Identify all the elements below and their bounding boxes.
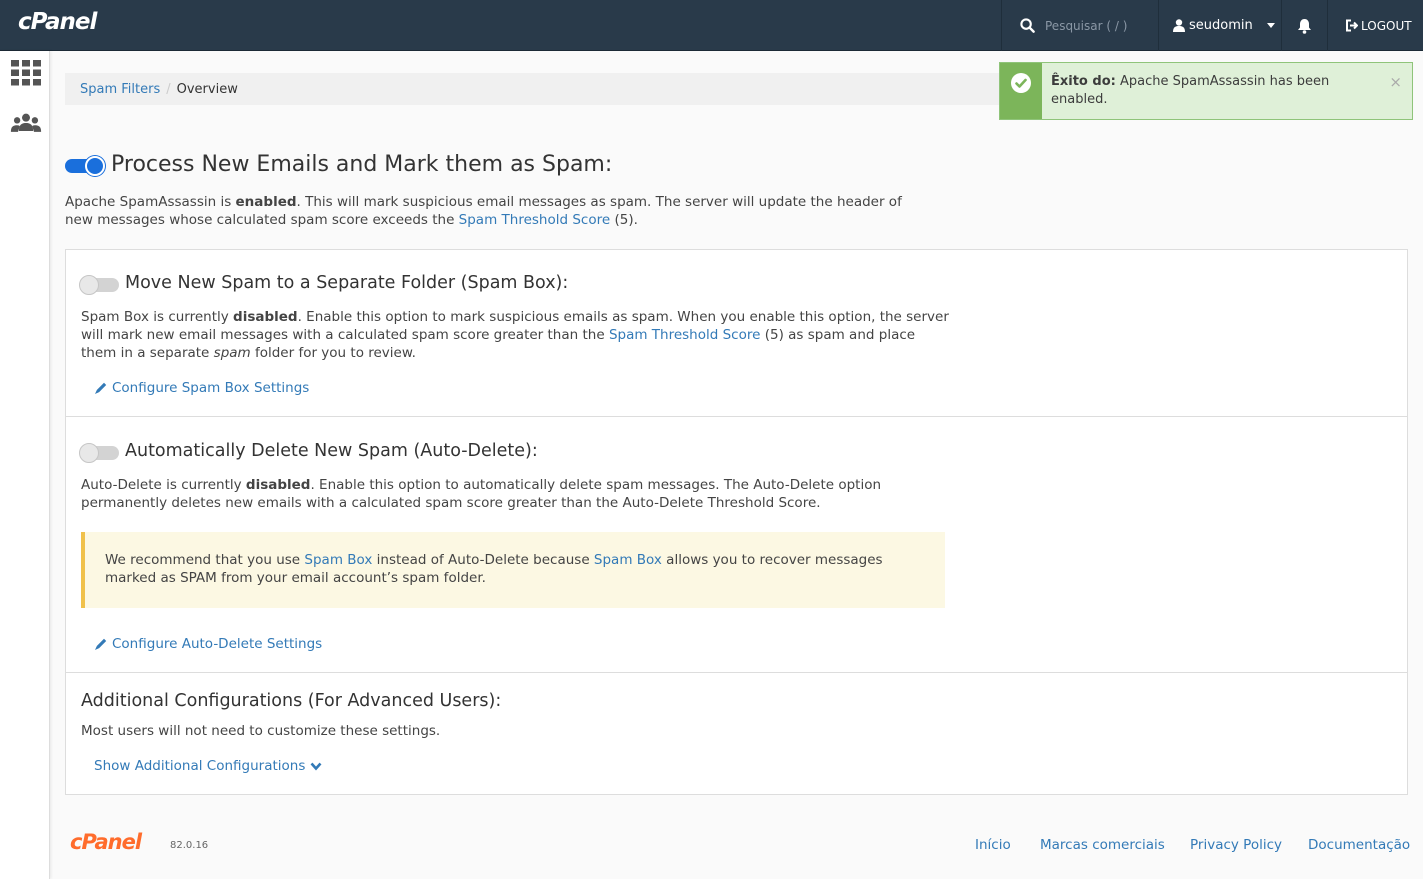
footer-link-trademarks[interactable]: Marcas comerciais <box>1040 837 1165 853</box>
breadcrumb: Spam Filters / Overview <box>65 73 1000 105</box>
footer-link-privacy[interactable]: Privacy Policy <box>1190 837 1282 853</box>
username: seudomin <box>1189 18 1253 33</box>
show-additional-config-label: Show Additional Configurations <box>94 758 306 774</box>
toggle-knob <box>85 156 105 176</box>
process-emails-title: Process New Emails and Mark them as Spam… <box>111 152 613 177</box>
success-alert: Êxito do: Apache SpamAssassin has been e… <box>999 62 1413 120</box>
configure-auto-delete-label: Configure Auto-Delete Settings <box>112 636 323 652</box>
users-icon <box>10 113 42 132</box>
additional-config-title: Additional Configurations (For Advanced … <box>81 691 502 711</box>
search-box[interactable]: Pesquisar ( / ) <box>1002 0 1158 51</box>
breadcrumb-separator: / <box>166 81 171 97</box>
spam-threshold-score-link[interactable]: Spam Threshold Score <box>609 327 761 343</box>
spam-box-toggle[interactable] <box>79 275 119 295</box>
text: Apache SpamAssassin is <box>65 194 236 210</box>
sidebar-item-users[interactable] <box>10 109 42 137</box>
chevron-down-icon <box>1266 23 1275 28</box>
footer-link-inicio[interactable]: Início <box>975 837 1011 853</box>
text: (5). <box>610 212 638 228</box>
sidebar-item-home[interactable] <box>10 59 42 87</box>
status-disabled: disabled <box>245 477 311 493</box>
recommendation-warning: We recommend that you use Spam Box inste… <box>81 532 945 608</box>
top-navbar: cPanel Pesquisar ( / ) seudomin LOGOUT <box>0 0 1423 51</box>
configure-spam-box-link[interactable]: Configure Spam Box Settings <box>94 380 309 396</box>
show-additional-config-link[interactable]: Show Additional Configurations <box>94 758 326 774</box>
cpanel-logo[interactable]: cPanel <box>18 9 97 35</box>
breadcrumb-spam-filters-link[interactable]: Spam Filters <box>80 82 160 97</box>
user-icon <box>1173 19 1185 32</box>
text: Auto-Delete is currently <box>81 477 246 493</box>
search-icon <box>1020 18 1035 33</box>
close-icon[interactable]: × <box>1389 73 1402 91</box>
search-input[interactable]: Pesquisar ( / ) <box>1045 19 1127 33</box>
section-divider <box>66 416 1407 417</box>
alert-icon-cell <box>1000 63 1042 119</box>
toggle-knob <box>79 275 99 295</box>
process-emails-description: Apache SpamAssassin is enabled. This wil… <box>65 193 925 229</box>
version-number: 82.0.16 <box>170 840 209 851</box>
process-emails-toggle[interactable] <box>65 156 105 176</box>
logout-label: LOGOUT <box>1361 18 1412 33</box>
spam-box-link[interactable]: Spam Box <box>594 552 662 568</box>
bell-icon <box>1298 18 1311 34</box>
spam-threshold-score-link[interactable]: Spam Threshold Score <box>459 212 611 228</box>
logout-icon <box>1346 19 1358 32</box>
sidebar <box>0 51 50 879</box>
spam-box-title: Move New Spam to a Separate Folder (Spam… <box>125 273 569 293</box>
logout-button[interactable]: LOGOUT <box>1328 0 1423 51</box>
grid-icon <box>11 60 41 86</box>
configure-auto-delete-link[interactable]: Configure Auto-Delete Settings <box>94 636 322 652</box>
text: spam <box>213 345 251 361</box>
text: instead of Auto-Delete because <box>372 552 594 568</box>
auto-delete-title: Automatically Delete New Spam (Auto-Dele… <box>125 441 538 461</box>
status-enabled: enabled <box>235 194 297 210</box>
notifications-button[interactable] <box>1282 0 1327 51</box>
pencil-icon <box>95 638 107 650</box>
breadcrumb-current: Overview <box>176 81 238 97</box>
footer-link-documentation[interactable]: Documentação <box>1308 837 1410 853</box>
footer-cpanel-logo[interactable]: cPanel <box>70 830 142 854</box>
user-menu-button[interactable]: seudomin <box>1159 0 1281 51</box>
auto-delete-description: Auto-Delete is currently disabled. Enabl… <box>81 476 951 512</box>
chevron-down-icon <box>310 762 322 770</box>
alert-message: Êxito do: Apache SpamAssassin has been e… <box>1042 63 1362 119</box>
status-disabled: disabled <box>233 309 298 325</box>
check-circle-icon <box>1011 73 1031 93</box>
pencil-icon <box>95 382 107 394</box>
auto-delete-toggle[interactable] <box>79 443 119 463</box>
text: Spam Box is currently <box>81 309 234 325</box>
text: folder for you to review. <box>250 345 416 361</box>
alert-prefix: Êxito do: <box>1051 74 1116 89</box>
toggle-knob <box>79 443 99 463</box>
configure-spam-box-label: Configure Spam Box Settings <box>112 380 310 396</box>
spam-box-description: Spam Box is currently disabled. Enable t… <box>81 308 951 362</box>
section-divider <box>66 672 1407 673</box>
spam-box-link[interactable]: Spam Box <box>304 552 372 568</box>
additional-config-description: Most users will not need to customize th… <box>81 723 441 739</box>
text: We recommend that you use <box>105 552 305 568</box>
